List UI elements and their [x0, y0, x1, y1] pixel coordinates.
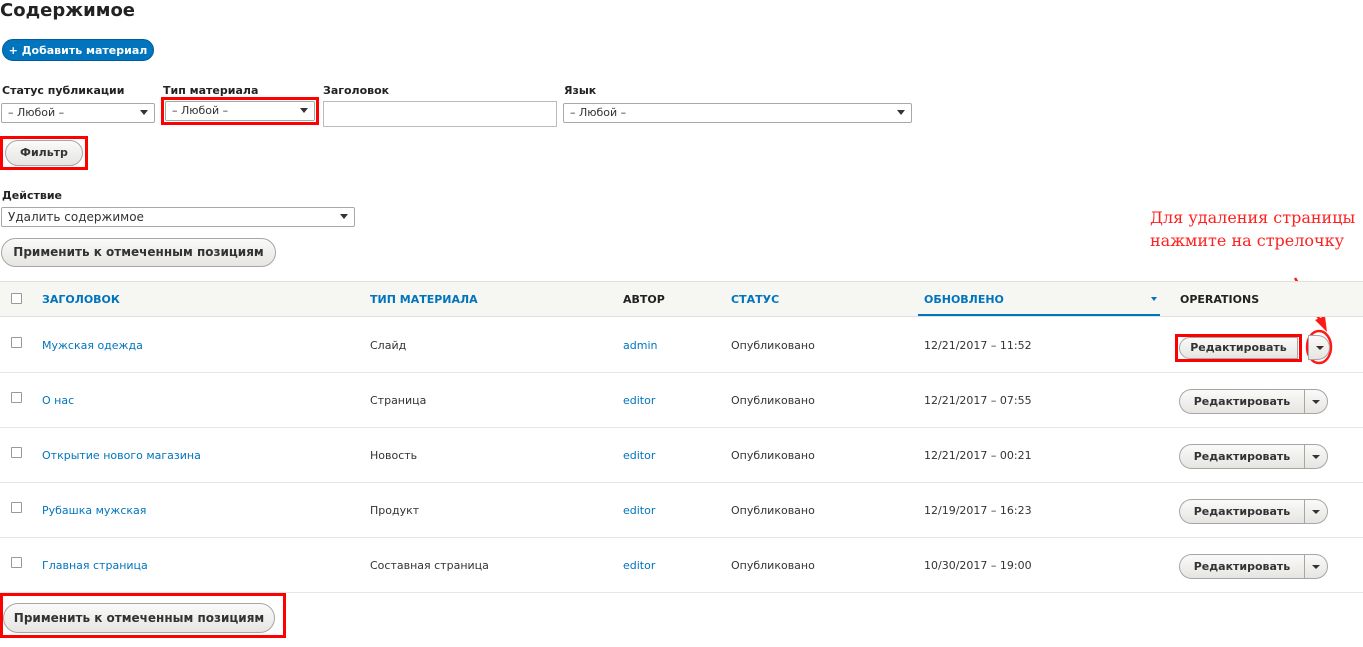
header-title[interactable]: ЗАГОЛОВОК — [42, 293, 120, 306]
annotation-line-1: Для удаления страницы — [1150, 208, 1356, 227]
operations-dropdown-button[interactable] — [1308, 335, 1330, 360]
active-sort-underline — [918, 314, 1160, 316]
header-type[interactable]: ТИП МАТЕРИАЛА — [370, 293, 478, 306]
status-filter-value: – Любой – — [8, 106, 65, 119]
action-label: Действие — [2, 189, 62, 202]
row-checkbox[interactable] — [11, 337, 22, 348]
row-author-link[interactable]: editor — [623, 449, 655, 462]
apply-selected-top-button[interactable]: Применить к отмеченным позициям — [1, 238, 276, 267]
row-type: Составная страница — [370, 559, 489, 572]
row-checkbox[interactable] — [11, 557, 22, 568]
row-updated: 12/21/2017 – 11:52 — [924, 339, 1032, 352]
select-all-checkbox[interactable] — [11, 293, 22, 304]
filter-button[interactable]: Фильтр — [5, 140, 83, 166]
row-title-link[interactable]: Главная страница — [42, 559, 148, 572]
table-row: О нас Страница editor Опубликовано 12/21… — [0, 373, 1363, 428]
chevron-down-icon — [1312, 400, 1320, 404]
edit-button[interactable]: Редактировать — [1179, 444, 1304, 469]
sort-desc-icon — [1151, 297, 1157, 301]
header-status[interactable]: СТАТУС — [731, 293, 779, 306]
row-updated: 10/30/2017 – 19:00 — [924, 559, 1032, 572]
row-checkbox[interactable] — [11, 502, 22, 513]
header-updated[interactable]: ОБНОВЛЕНО — [924, 293, 1004, 306]
type-filter-label: Тип материала — [163, 84, 259, 97]
type-filter-value: – Любой – — [172, 104, 229, 117]
row-author-link[interactable]: editor — [623, 559, 655, 572]
operations-dropdown-button[interactable] — [1304, 499, 1328, 524]
language-filter-select[interactable]: – Любой – — [563, 103, 912, 123]
chevron-down-icon — [1316, 346, 1324, 350]
row-status: Опубликовано — [731, 394, 815, 407]
operations-dropdown-button[interactable] — [1304, 444, 1328, 469]
chevron-down-icon — [1312, 510, 1320, 514]
chevron-down-icon — [897, 110, 905, 115]
row-type: Продукт — [370, 504, 420, 517]
table-header: ЗАГОЛОВОК ТИП МАТЕРИАЛА АВТОР СТАТУС ОБН… — [0, 281, 1363, 317]
title-filter-input[interactable] — [323, 101, 557, 127]
row-updated: 12/21/2017 – 00:21 — [924, 449, 1032, 462]
status-filter-select[interactable]: – Любой – — [1, 103, 155, 123]
type-filter-select[interactable]: – Любой – — [165, 101, 315, 121]
chevron-down-icon — [300, 108, 308, 113]
chevron-down-icon — [340, 214, 348, 219]
header-author: АВТОР — [623, 293, 665, 306]
row-checkbox[interactable] — [11, 447, 22, 458]
action-select-value: Удалить содержимое — [8, 210, 144, 224]
operations-dropdown-button[interactable] — [1304, 389, 1328, 414]
table-row: Открытие нового магазина Новость editor … — [0, 428, 1363, 483]
edit-button[interactable]: Редактировать — [1179, 337, 1298, 359]
row-title-link[interactable]: О нас — [42, 394, 74, 407]
row-type: Слайд — [370, 339, 407, 352]
table-row: Мужская одежда Слайд admin Опубликовано … — [0, 318, 1363, 373]
chevron-down-icon — [1312, 565, 1320, 569]
action-select[interactable]: Удалить содержимое — [1, 207, 355, 227]
row-author-link[interactable]: editor — [623, 504, 655, 517]
row-title-link[interactable]: Открытие нового магазина — [42, 449, 201, 462]
row-status: Опубликовано — [731, 339, 815, 352]
chevron-down-icon — [140, 110, 148, 115]
row-updated: 12/19/2017 – 16:23 — [924, 504, 1032, 517]
header-operations: OPERATIONS — [1180, 293, 1260, 306]
row-title-link[interactable]: Мужская одежда — [42, 339, 143, 352]
edit-button[interactable]: Редактировать — [1179, 554, 1304, 579]
edit-button[interactable]: Редактировать — [1179, 499, 1304, 524]
row-status: Опубликовано — [731, 449, 815, 462]
page-title: Содержимое — [0, 0, 136, 21]
language-filter-value: – Любой – — [570, 106, 627, 119]
title-filter-label: Заголовок — [323, 84, 390, 97]
apply-selected-bottom-button[interactable]: Применить к отмеченным позициям — [3, 603, 275, 633]
row-type: Новость — [370, 449, 418, 462]
add-content-button[interactable]: + Добавить материал — [2, 39, 154, 61]
row-checkbox[interactable] — [11, 392, 22, 403]
language-filter-label: Язык — [564, 84, 597, 97]
row-type: Страница — [370, 394, 427, 407]
table-row: Рубашка мужская Продукт editor Опубликов… — [0, 483, 1363, 538]
status-filter-label: Статус публикации — [2, 84, 125, 97]
row-title-link[interactable]: Рубашка мужская — [42, 504, 146, 517]
chevron-down-icon — [1312, 455, 1320, 459]
row-author-link[interactable]: editor — [623, 394, 655, 407]
row-updated: 12/21/2017 – 07:55 — [924, 394, 1032, 407]
annotation-line-2: нажмите на стрелочку — [1150, 231, 1345, 250]
row-status: Опубликовано — [731, 559, 815, 572]
operations-dropdown-button[interactable] — [1304, 554, 1328, 579]
table-row: Главная страница Составная страница edit… — [0, 538, 1363, 593]
edit-button[interactable]: Редактировать — [1179, 389, 1304, 414]
row-author-link[interactable]: admin — [623, 339, 657, 352]
annotation-note: Для удаления страницы нажмите на стрелоч… — [1150, 206, 1363, 252]
row-status: Опубликовано — [731, 504, 815, 517]
